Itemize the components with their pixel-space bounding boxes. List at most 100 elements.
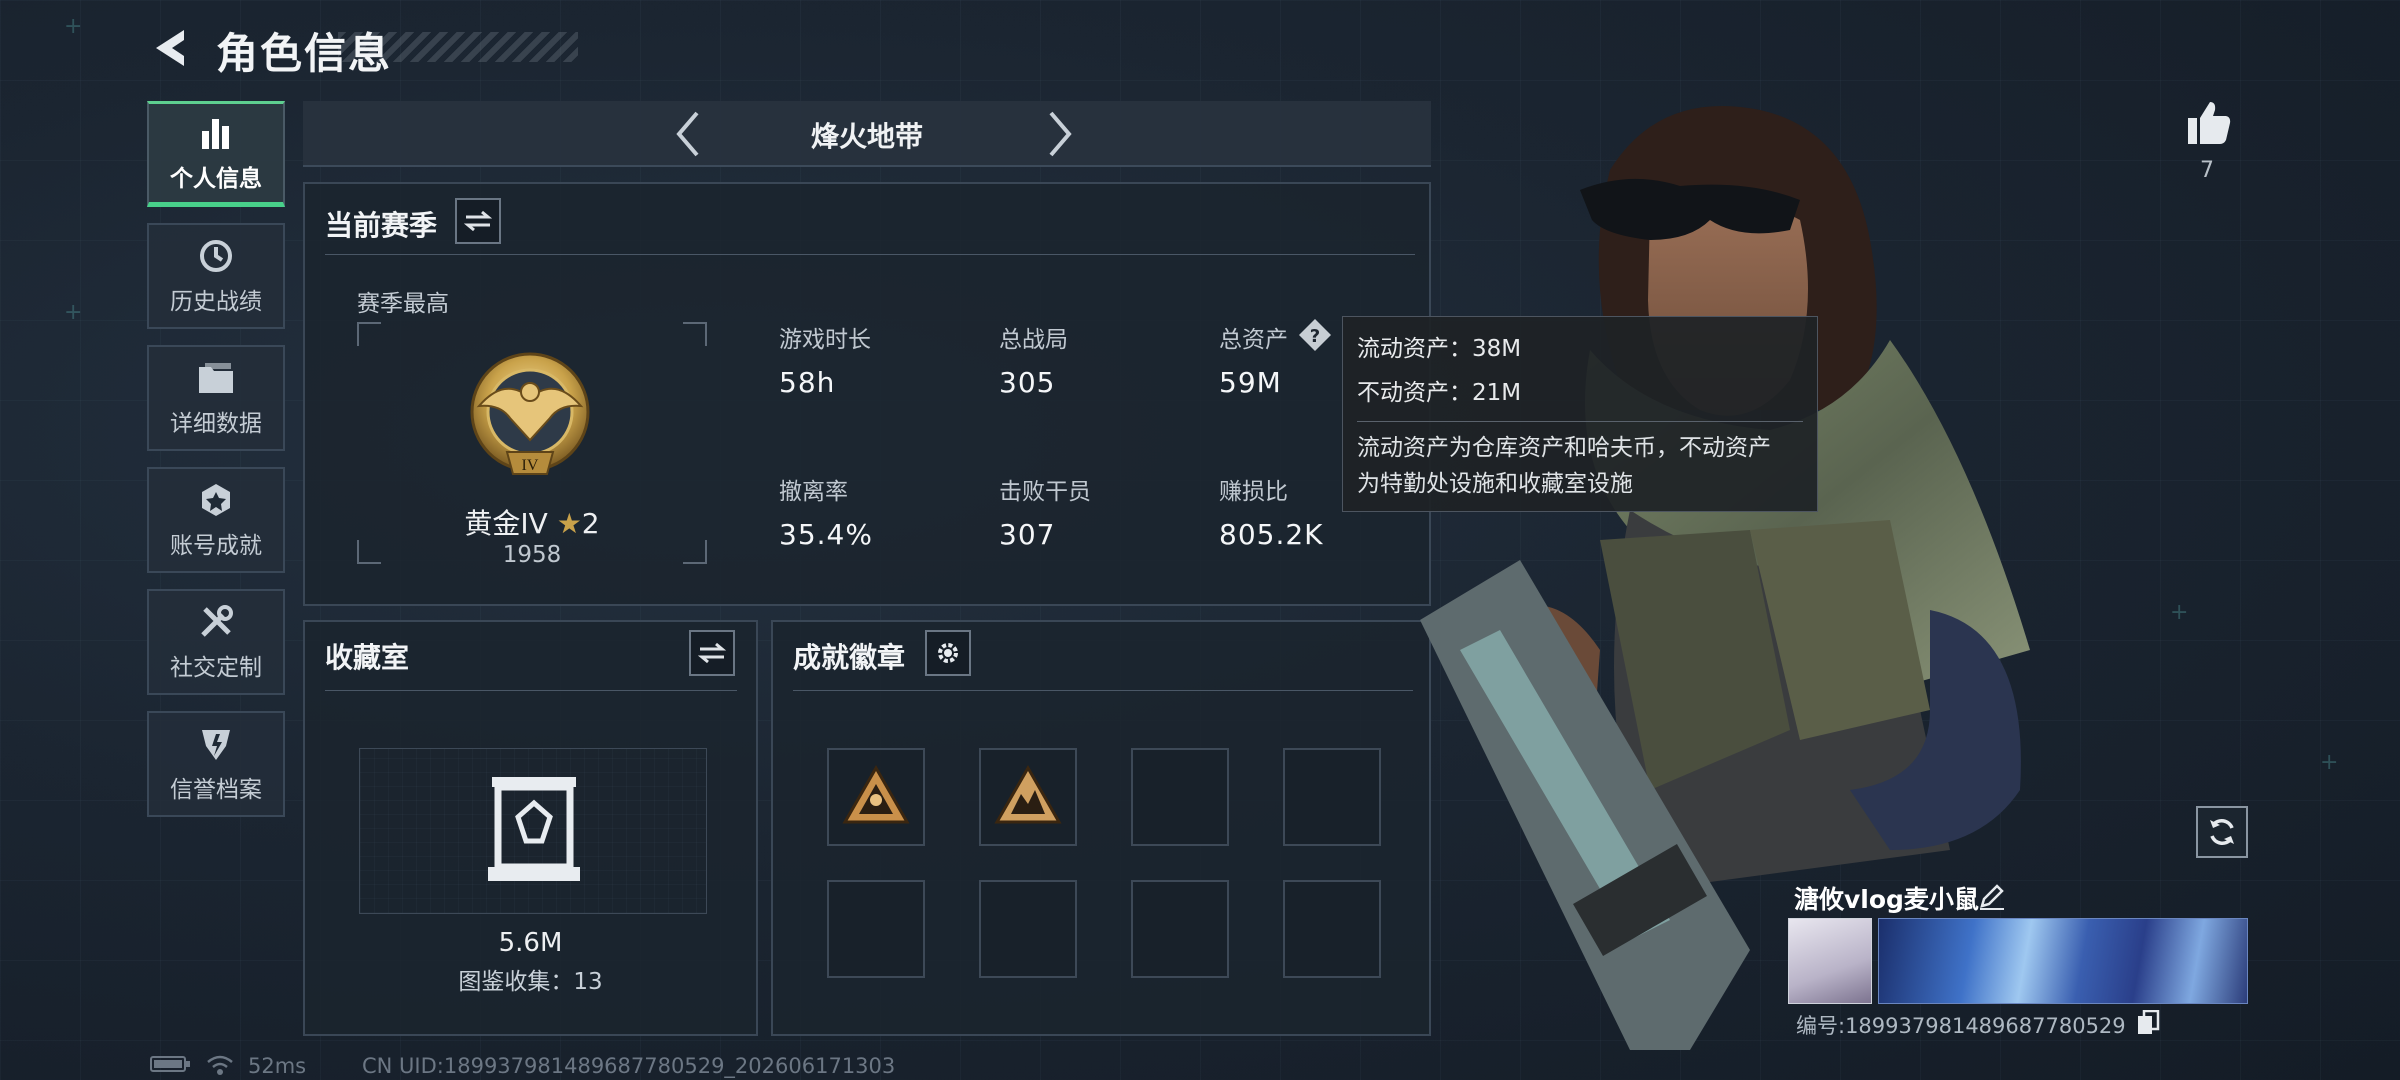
svg-text:?: ? [1310,326,1320,347]
nav-item-achievements[interactable]: 账号成就 [147,467,285,573]
stat-extraction-rate: 撤离率 35.4% [779,472,873,551]
stat-value: 35.4% [779,518,873,551]
question-icon: ? [1299,319,1331,351]
stat-label-text: 总资产 [1219,327,1288,353]
battery-icon [150,1054,192,1074]
edit-name-button[interactable] [1978,882,2006,910]
swap-icon [464,210,492,232]
tooltip-divider [1357,421,1803,422]
folder-icon [197,358,235,398]
rank-name: 黄金IV [464,507,548,540]
swap-icon [698,642,726,664]
stat-label: 总战局 [999,327,1068,353]
nav-item-history[interactable]: 历史战绩 [147,223,285,329]
badge-slot-empty[interactable] [1131,880,1229,978]
mode-title: 烽火地带 [810,120,923,153]
badge-slot[interactable] [827,748,925,846]
collection-title: 收藏室 [325,641,410,674]
frame-corner [683,322,707,346]
assets-help-button[interactable]: ? [1298,318,1332,352]
nav-item-detailed-data[interactable]: 详细数据 [147,345,285,451]
badge-slot[interactable] [979,748,1077,846]
frame-corner [357,322,381,346]
nav-label: 社交定制 [170,655,262,681]
refresh-button[interactable] [2196,806,2248,858]
stat-value: 58h [779,366,836,399]
assets-tooltip: 流动资产：38M 不动资产：21M 流动资产为仓库资产和哈夫币，不动资产 为特勤… [1342,316,1818,512]
deco-cross: + [2320,750,2339,775]
deco-cross: + [64,300,83,325]
divider [325,690,737,691]
nav-label: 详细数据 [170,411,262,437]
back-button[interactable] [148,24,192,72]
season-title: 当前赛季 [325,209,438,242]
stat-label: 赚损比 [1219,479,1288,505]
nav-item-social-custom[interactable]: 社交定制 [147,589,285,695]
nav-item-credit-profile[interactable]: 信誉档案 [147,711,285,817]
collection-value: 5.6M [498,928,563,958]
star-icon: ★ [556,507,582,540]
stat-value: 305 [999,366,1056,399]
season-best-label: 赛季最高 [357,291,449,317]
stat-profit-loss-ratio: 赚损比 805.2K [1219,472,1324,551]
stat-total-matches: 总战局 305 [999,320,1068,399]
stat-operators-defeated: 击败干员 307 [999,472,1091,551]
bar-chart-icon [198,113,234,153]
badge-slot-empty[interactable] [827,880,925,978]
stat-value: 805.2K [1219,518,1324,551]
player-name: 溏攸vlog麦小鼠 [1794,885,1979,914]
divider [325,254,1415,255]
deco-cross: + [64,14,83,39]
side-nav: 个人信息 历史战绩 详细数据 账号成就 社交定制 信誉档案 [147,101,285,833]
uid-text: CN UID:1899379814896877805​29_2026061713… [362,1054,896,1078]
season-switch-button[interactable] [455,198,501,244]
divider [793,690,1413,691]
stat-value: 59M [1219,366,1282,399]
mode-selector: 烽火地带 [303,101,1431,167]
rank-stars: 2 [581,507,600,540]
deco-cross: + [2170,600,2189,625]
mode-next-button[interactable] [1033,109,1083,159]
badges-title: 成就徽章 [793,641,906,674]
credit-shield-icon [198,724,234,764]
tools-icon [197,602,235,642]
collection-count: 图鉴收集：13 [458,969,603,995]
wifi-icon [206,1054,234,1076]
badge-slot-empty[interactable] [979,880,1077,978]
history-clock-icon [197,236,235,276]
pencil-icon [1980,884,2004,910]
stat-label: 游戏时长 [779,327,871,353]
nav-label: 账号成就 [170,533,262,559]
gear-icon [938,643,958,663]
nav-label: 个人信息 [170,166,262,192]
stat-total-assets: 总资产 59M [1219,320,1288,399]
stat-value: 307 [999,518,1056,551]
collection-switch-button[interactable] [689,630,735,676]
page-title: 角色信息 [216,29,393,78]
like-button[interactable] [2184,98,2234,148]
copy-id-button[interactable] [2136,1009,2160,1036]
nav-label: 信誉档案 [170,777,262,803]
badge-triangle-icon [994,764,1062,824]
season-panel: 当前赛季 赛季最高 IV 黄金IV ★2 1958 游戏时长 58h 总战局 3… [303,182,1431,606]
profile-banner [1878,918,2248,1004]
tooltip-desc-line2: 为特勤处设施和收藏室设施 [1357,471,1633,497]
badge-slot-empty[interactable] [1131,748,1229,846]
nav-item-personal-info[interactable]: 个人信息 [147,101,285,207]
collection-display[interactable] [359,748,707,914]
rank-line: 黄金IV ★2 [357,502,707,542]
thumbs-up-icon [2188,102,2231,144]
tooltip-fixed-assets: 不动资产：21M [1357,380,1522,406]
ping-text: 52ms [248,1054,307,1078]
stat-label: 撤离率 [779,479,848,505]
player-id: 编号:18993798148968778052​9 [1796,1014,2126,1038]
stat-label: 击败干员 [999,479,1091,505]
nav-label: 历史战绩 [170,289,262,315]
collection-panel: 收藏室 5.6M 图鉴收集：13 [303,620,758,1036]
badges-settings-button[interactable] [925,630,971,676]
tooltip-liquid-assets: 流动资产：38M [1357,336,1522,362]
achievement-icon [198,480,234,520]
avatar[interactable] [1788,918,1872,1004]
copy-icon [2138,1009,2160,1034]
rank-rating: 1958 [502,542,562,568]
